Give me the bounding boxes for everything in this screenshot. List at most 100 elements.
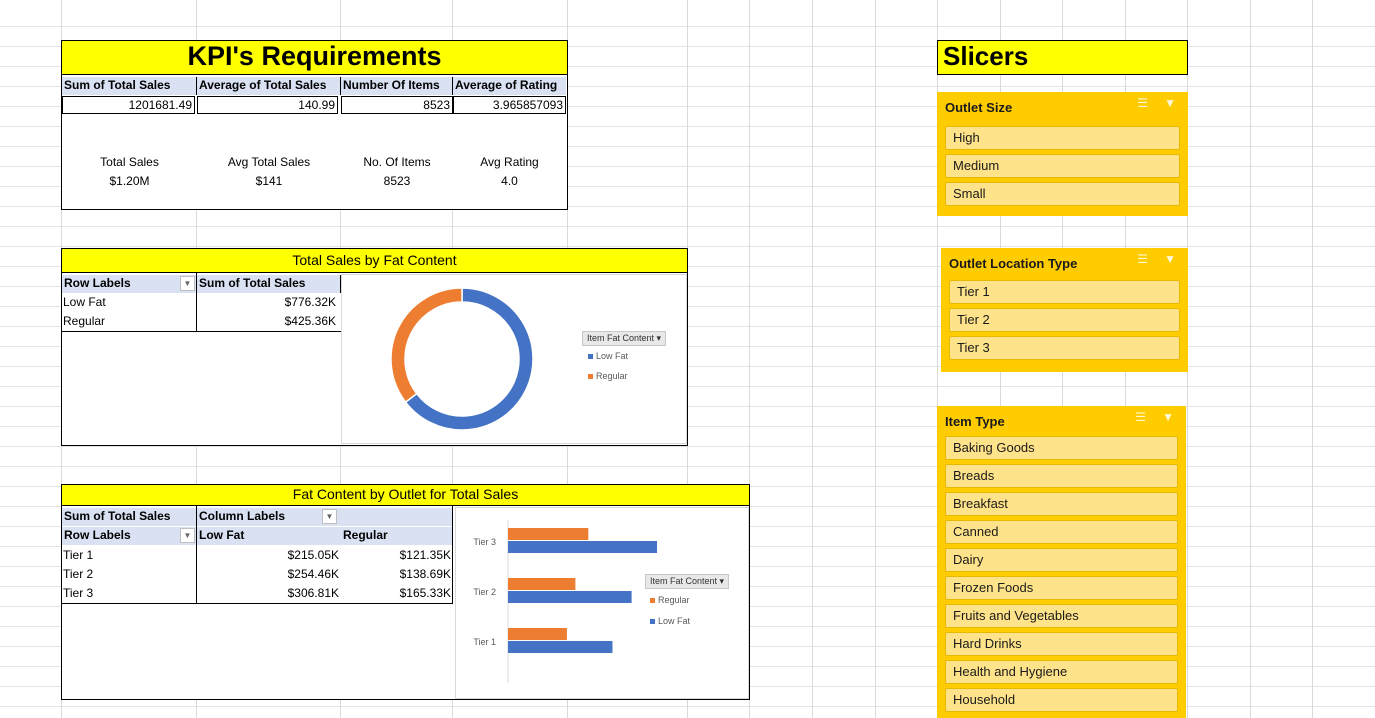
outlet-row-label[interactable]: Tier 3 (63, 585, 93, 603)
fat-row-labels-header[interactable]: Row Labels ▼ (62, 275, 197, 293)
slicer-item-frozen-foods[interactable]: Frozen Foods (945, 576, 1178, 600)
multi-select-icon[interactable]: ☰ (1135, 410, 1146, 424)
slicer-item-canned[interactable]: Canned (945, 520, 1178, 544)
outlet-col-regular: Regular (341, 527, 453, 545)
kpi-header-avg-rating: Average of Rating (453, 77, 566, 95)
donut-chart[interactable]: Item Fat Content ▾ Low Fat Regular (341, 274, 687, 444)
bar-low-fat-tier-3[interactable] (508, 541, 658, 553)
card-label-avg-rating: Avg Rating (480, 155, 539, 169)
kpi-value-number-items[interactable]: 8523 (341, 96, 453, 114)
slicer-item-tier-1[interactable]: Tier 1 (949, 280, 1180, 304)
outlet-corner-header: Sum of Total Sales (62, 508, 197, 526)
donut-svg (390, 287, 534, 431)
legend-swatch (650, 598, 655, 604)
filter-dropdown-icon[interactable]: ▼ (322, 509, 337, 524)
legend-item-regular: Regular (650, 595, 690, 605)
slicer-item-household[interactable]: Household (945, 688, 1178, 712)
bar-chart[interactable]: Tier 3 Tier 2 Tier 1 Item Fat Content ▾ Re… (455, 507, 749, 699)
donut-slice-regular[interactable] (390, 287, 463, 404)
fat-row-value[interactable]: $776.32K (197, 294, 338, 312)
kpi-header-number-items: Number Of Items (341, 77, 453, 95)
slicer-item-small[interactable]: Small (945, 182, 1180, 206)
legend-filter-label: Item Fat Content (650, 576, 718, 586)
kpi-value-avg-rating[interactable]: 3.965857093 (453, 96, 566, 114)
clear-filter-icon[interactable]: ▼ (1164, 252, 1176, 266)
outlet-row-labels-header[interactable]: Row Labels ▼ (62, 527, 197, 545)
chevron-down-icon: ▾ (719, 576, 725, 586)
pivot-col-border (196, 506, 197, 603)
bar-regular-tier-2[interactable] (508, 578, 576, 590)
pivot-col-border (452, 506, 453, 603)
outlet-row-label[interactable]: Tier 1 (63, 547, 93, 565)
card-value-avg-total-sales: $141 (255, 174, 283, 188)
multi-select-icon[interactable]: ☰ (1137, 96, 1148, 110)
fat-value-header: Sum of Total Sales (197, 275, 341, 293)
outlet-low-fat-value[interactable]: $254.46K (197, 566, 339, 584)
kpi-title: KPI's Requirements (61, 40, 568, 75)
clear-filter-icon[interactable]: ▼ (1164, 96, 1176, 110)
card-label-number-items: No. Of Items (363, 155, 431, 169)
outlet-regular-value[interactable]: $165.33K (341, 585, 451, 603)
pivot-col-border (196, 273, 197, 331)
legend-item-low-fat: Low Fat (588, 351, 628, 361)
outlet-fat-title: Fat Content by Outlet for Total Sales (61, 484, 750, 506)
slicer-item-breads[interactable]: Breads (945, 464, 1178, 488)
bar-regular-tier-3[interactable] (508, 528, 589, 540)
legend-swatch (588, 354, 593, 360)
slicer-title: Outlet Size (945, 100, 1013, 115)
legend-swatch (650, 619, 655, 625)
bar-svg: Tier 3 Tier 2 Tier 1 (473, 520, 658, 683)
outlet-regular-value[interactable]: $138.69K (341, 566, 451, 584)
card-label-avg-total-sales: Avg Total Sales (227, 155, 311, 169)
pivot-bottom-border (62, 331, 341, 332)
fat-content-title: Total Sales by Fat Content (61, 248, 688, 273)
slicer-item-tier-3[interactable]: Tier 3 (949, 336, 1180, 360)
kpi-header-sum-total-sales: Sum of Total Sales (62, 77, 197, 95)
slicer-item-health-hygiene[interactable]: Health and Hygiene (945, 660, 1178, 684)
fat-row-label[interactable]: Regular (63, 313, 105, 331)
legend-label: Regular (596, 371, 628, 381)
filter-dropdown-icon[interactable]: ▼ (180, 276, 195, 291)
legend-swatch (588, 374, 593, 380)
kpi-value-avg-total-sales[interactable]: 140.99 (197, 96, 338, 114)
bar-category-label: Tier 1 (473, 637, 496, 647)
slicer-item-baking-goods[interactable]: Baking Goods (945, 436, 1178, 460)
fat-row-value[interactable]: $425.36K (197, 313, 338, 331)
filter-dropdown-icon[interactable]: ▼ (180, 528, 195, 543)
bar-low-fat-tier-2[interactable] (508, 591, 632, 603)
legend-item-regular: Regular (588, 371, 628, 381)
fat-row-label[interactable]: Low Fat (63, 294, 106, 312)
clear-filter-icon[interactable]: ▼ (1162, 410, 1174, 424)
slicer-item-breakfast[interactable]: Breakfast (945, 492, 1178, 516)
legend-filter-button[interactable]: Item Fat Content ▾ (582, 331, 667, 346)
legend-filter-button[interactable]: Item Fat Content ▾ (645, 574, 730, 589)
bar-regular-tier-1[interactable] (508, 628, 567, 640)
outlet-regular-value[interactable]: $121.35K (341, 547, 451, 565)
card-value-avg-rating: 4.0 (501, 174, 518, 188)
slicer-item-medium[interactable]: Medium (945, 154, 1180, 178)
legend-label: Low Fat (658, 616, 691, 626)
kpi-table: Sum of Total Sales Average of Total Sale… (61, 74, 568, 210)
chevron-down-icon: ▾ (656, 333, 662, 343)
kpi-value-sum-total-sales[interactable]: 1201681.49 (62, 96, 195, 114)
card-value-number-items: 8523 (383, 174, 411, 188)
slicer-item-tier-2[interactable]: Tier 2 (949, 308, 1180, 332)
slicer-item-fruits-vegetables[interactable]: Fruits and Vegetables (945, 604, 1178, 628)
slicer-outlet-location[interactable]: Outlet Location Type ☰ ▼ Tier 1 Tier 2 T… (941, 248, 1188, 372)
outlet-column-labels-header[interactable]: Column Labels ▼ (197, 508, 453, 526)
slicer-outlet-size[interactable]: Outlet Size ☰ ▼ High Medium Small (937, 92, 1188, 216)
outlet-low-fat-value[interactable]: $306.81K (197, 585, 339, 603)
outlet-row-label[interactable]: Tier 2 (63, 566, 93, 584)
multi-select-icon[interactable]: ☰ (1137, 252, 1148, 266)
slicer-item-hard-drinks[interactable]: Hard Drinks (945, 632, 1178, 656)
slicer-item-high[interactable]: High (945, 126, 1180, 150)
slicers-header: Slicers (937, 40, 1188, 75)
bar-low-fat-tier-1[interactable] (508, 641, 613, 653)
kpi-header-avg-total-sales: Average of Total Sales (197, 77, 341, 95)
bar-category-label: Tier 3 (473, 537, 496, 547)
slicer-item-dairy[interactable]: Dairy (945, 548, 1178, 572)
fat-row-labels-text: Row Labels (64, 276, 131, 290)
slicer-title: Outlet Location Type (949, 256, 1078, 271)
outlet-low-fat-value[interactable]: $215.05K (197, 547, 339, 565)
slicer-item-type[interactable]: Item Type ☰ ▼ Baking Goods Breads Breakf… (937, 406, 1186, 718)
